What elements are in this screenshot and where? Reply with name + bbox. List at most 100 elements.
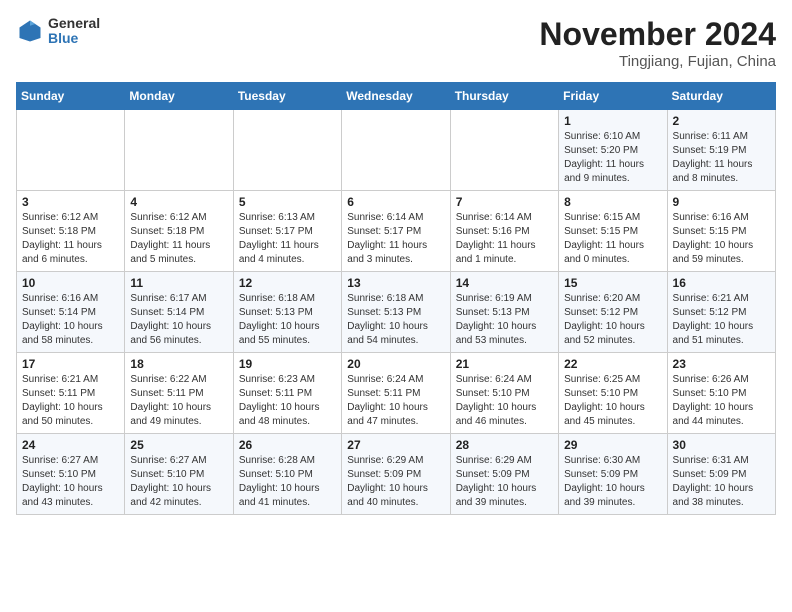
header-thursday: Thursday [450, 83, 558, 110]
day-info: Sunrise: 6:28 AM Sunset: 5:10 PM Dayligh… [239, 454, 336, 510]
header-tuesday: Tuesday [233, 83, 341, 110]
day-info: Sunrise: 6:31 AM Sunset: 5:09 PM Dayligh… [673, 454, 770, 510]
day-number: 12 [239, 276, 336, 290]
calendar-cell: 1 Sunrise: 6:10 AM Sunset: 5:20 PM Daylig… [559, 110, 667, 191]
title-block: November 2024 Tingjiang, Fujian, China [539, 16, 776, 70]
calendar-cell: 7Sunrise: 6:14 AM Sunset: 5:16 PM Daylig… [450, 191, 558, 272]
calendar-cell: 4Sunrise: 6:12 AM Sunset: 5:18 PM Daylig… [125, 191, 233, 272]
calendar-cell: 8 Sunrise: 6:15 AM Sunset: 5:15 PM Daylig… [559, 191, 667, 272]
calendar-cell: 25 Sunrise: 6:27 AM Sunset: 5:10 PM Dayli… [125, 434, 233, 515]
calendar-cell: 18 Sunrise: 6:22 AM Sunset: 5:11 PM Dayli… [125, 353, 233, 434]
header-monday: Monday [125, 83, 233, 110]
calendar-cell: 15 Sunrise: 6:20 AM Sunset: 5:12 PM Dayli… [559, 272, 667, 353]
calendar-cell: 26 Sunrise: 6:28 AM Sunset: 5:10 PM Dayli… [233, 434, 341, 515]
logo-line1: General [48, 16, 100, 31]
day-number: 27 [347, 438, 444, 452]
calendar-cell: 14 Sunrise: 6:19 AM Sunset: 5:13 PM Dayli… [450, 272, 558, 353]
calendar-week-3: 10Sunrise: 6:16 AM Sunset: 5:14 PM Dayli… [17, 272, 776, 353]
calendar-cell: 10Sunrise: 6:16 AM Sunset: 5:14 PM Dayli… [17, 272, 125, 353]
calendar-cell: 13Sunrise: 6:18 AM Sunset: 5:13 PM Dayli… [342, 272, 450, 353]
calendar-cell [17, 110, 125, 191]
calendar-cell: 29 Sunrise: 6:30 AM Sunset: 5:09 PM Dayli… [559, 434, 667, 515]
calendar-cell: 27 Sunrise: 6:29 AM Sunset: 5:09 PM Dayli… [342, 434, 450, 515]
day-info: Sunrise: 6:29 AM Sunset: 5:09 PM Dayligh… [347, 454, 444, 510]
day-number: 15 [564, 276, 661, 290]
calendar-header: Sunday Monday Tuesday Wednesday Thursday… [17, 83, 776, 110]
day-number: 26 [239, 438, 336, 452]
day-number: 9 [673, 195, 770, 209]
day-number: 18 [130, 357, 227, 371]
day-number: 5 [239, 195, 336, 209]
logo-text: General Blue [48, 16, 100, 47]
calendar-cell: 2Sunrise: 6:11 AM Sunset: 5:19 PM Daylig… [667, 110, 775, 191]
day-info: Sunrise: 6:15 AM Sunset: 5:15 PM Dayligh… [564, 211, 661, 267]
day-info: Sunrise: 6:24 AM Sunset: 5:10 PM Dayligh… [456, 373, 553, 429]
calendar-cell [342, 110, 450, 191]
day-number: 21 [456, 357, 553, 371]
day-info: Sunrise: 6:16 AM Sunset: 5:15 PM Dayligh… [673, 211, 770, 267]
day-info: Sunrise: 6:30 AM Sunset: 5:09 PM Dayligh… [564, 454, 661, 510]
day-number: 23 [673, 357, 770, 371]
calendar-title: November 2024 [539, 16, 776, 53]
day-number: 8 [564, 195, 661, 209]
day-info: Sunrise: 6:25 AM Sunset: 5:10 PM Dayligh… [564, 373, 661, 429]
day-number: 2 [673, 114, 770, 128]
calendar-cell: 3Sunrise: 6:12 AM Sunset: 5:18 PM Daylig… [17, 191, 125, 272]
day-info: Sunrise: 6:27 AM Sunset: 5:10 PM Dayligh… [130, 454, 227, 510]
day-number: 29 [564, 438, 661, 452]
header-row: Sunday Monday Tuesday Wednesday Thursday… [17, 83, 776, 110]
day-number: 25 [130, 438, 227, 452]
calendar-subtitle: Tingjiang, Fujian, China [539, 53, 776, 70]
day-info: Sunrise: 6:10 AM Sunset: 5:20 PM Dayligh… [564, 130, 661, 186]
day-number: 16 [673, 276, 770, 290]
header-sunday: Sunday [17, 83, 125, 110]
day-info: Sunrise: 6:29 AM Sunset: 5:09 PM Dayligh… [456, 454, 553, 510]
calendar-week-2: 3 Sunrise: 6:12 AM Sunset: 5:18 PM Daylig… [17, 191, 776, 272]
logo-icon [16, 17, 44, 45]
calendar-cell: 24 Sunrise: 6:27 AM Sunset: 5:10 PM Dayli… [17, 434, 125, 515]
calendar-week-1: 1 Sunrise: 6:10 AM Sunset: 5:20 PM Daylig… [17, 110, 776, 191]
day-info: Sunrise: 6:14 AM Sunset: 5:16 PM Dayligh… [456, 211, 553, 267]
day-number: 20 [347, 357, 444, 371]
day-info: Sunrise: 6:18 AM Sunset: 5:13 PM Dayligh… [239, 292, 336, 348]
day-info: Sunrise: 6:23 AM Sunset: 5:11 PM Dayligh… [239, 373, 336, 429]
calendar-cell: 30 Sunrise: 6:31 AM Sunset: 5:09 PM Dayli… [667, 434, 775, 515]
calendar-cell: 6 Sunrise: 6:14 AM Sunset: 5:17 PM Daylig… [342, 191, 450, 272]
calendar-cell: 19 Sunrise: 6:23 AM Sunset: 5:11 PM Dayli… [233, 353, 341, 434]
day-number: 19 [239, 357, 336, 371]
day-number: 30 [673, 438, 770, 452]
day-info: Sunrise: 6:14 AM Sunset: 5:17 PM Dayligh… [347, 211, 444, 267]
day-info: Sunrise: 6:13 AM Sunset: 5:17 PM Dayligh… [239, 211, 336, 267]
calendar-week-5: 24 Sunrise: 6:27 AM Sunset: 5:10 PM Dayli… [17, 434, 776, 515]
calendar-cell: 28Sunrise: 6:29 AM Sunset: 5:09 PM Dayli… [450, 434, 558, 515]
header-wednesday: Wednesday [342, 83, 450, 110]
calendar-cell: 22Sunrise: 6:25 AM Sunset: 5:10 PM Dayli… [559, 353, 667, 434]
calendar-cell: 5 Sunrise: 6:13 AM Sunset: 5:17 PM Daylig… [233, 191, 341, 272]
day-info: Sunrise: 6:19 AM Sunset: 5:13 PM Dayligh… [456, 292, 553, 348]
day-info: Sunrise: 6:22 AM Sunset: 5:11 PM Dayligh… [130, 373, 227, 429]
calendar-cell: 23Sunrise: 6:26 AM Sunset: 5:10 PM Dayli… [667, 353, 775, 434]
day-info: Sunrise: 6:27 AM Sunset: 5:10 PM Dayligh… [22, 454, 119, 510]
day-info: Sunrise: 6:21 AM Sunset: 5:11 PM Dayligh… [22, 373, 119, 429]
calendar-table: Sunday Monday Tuesday Wednesday Thursday… [16, 82, 776, 515]
calendar-body: 1 Sunrise: 6:10 AM Sunset: 5:20 PM Daylig… [17, 110, 776, 515]
day-info: Sunrise: 6:12 AM Sunset: 5:18 PM Dayligh… [130, 211, 227, 267]
calendar-cell: 20 Sunrise: 6:24 AM Sunset: 5:11 PM Dayli… [342, 353, 450, 434]
day-number: 14 [456, 276, 553, 290]
day-number: 17 [22, 357, 119, 371]
day-number: 24 [22, 438, 119, 452]
calendar-cell: 21 Sunrise: 6:24 AM Sunset: 5:10 PM Dayli… [450, 353, 558, 434]
day-info: Sunrise: 6:20 AM Sunset: 5:12 PM Dayligh… [564, 292, 661, 348]
header-friday: Friday [559, 83, 667, 110]
day-number: 1 [564, 114, 661, 128]
day-info: Sunrise: 6:16 AM Sunset: 5:14 PM Dayligh… [22, 292, 119, 348]
day-info: Sunrise: 6:17 AM Sunset: 5:14 PM Dayligh… [130, 292, 227, 348]
day-info: Sunrise: 6:18 AM Sunset: 5:13 PM Dayligh… [347, 292, 444, 348]
day-info: Sunrise: 6:24 AM Sunset: 5:11 PM Dayligh… [347, 373, 444, 429]
page-header: General Blue November 2024 Tingjiang, Fu… [16, 16, 776, 70]
day-info: Sunrise: 6:21 AM Sunset: 5:12 PM Dayligh… [673, 292, 770, 348]
logo: General Blue [16, 16, 100, 47]
day-number: 3 [22, 195, 119, 209]
calendar-cell: 9 Sunrise: 6:16 AM Sunset: 5:15 PM Daylig… [667, 191, 775, 272]
day-number: 6 [347, 195, 444, 209]
